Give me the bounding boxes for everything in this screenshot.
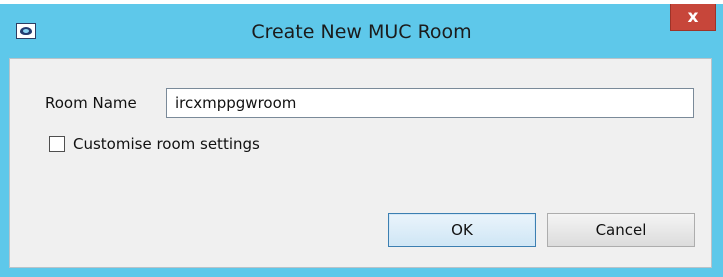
cancel-button[interactable]: Cancel — [547, 213, 695, 247]
window-title: Create New MUC Room — [251, 21, 472, 43]
room-name-input[interactable] — [166, 88, 694, 118]
close-button[interactable]: x — [670, 4, 716, 31]
customise-settings-checkbox[interactable] — [49, 136, 65, 152]
dialog-content: Room Name Customise room settings OK Can… — [9, 58, 712, 268]
title-bar[interactable]: Create New MUC Room x — [0, 4, 723, 56]
customise-settings-label[interactable]: Customise room settings — [73, 134, 260, 154]
room-name-label: Room Name — [45, 94, 137, 112]
dialog-window: Create New MUC Room x Room Name Customis… — [0, 4, 723, 277]
ok-button[interactable]: OK — [388, 213, 536, 247]
